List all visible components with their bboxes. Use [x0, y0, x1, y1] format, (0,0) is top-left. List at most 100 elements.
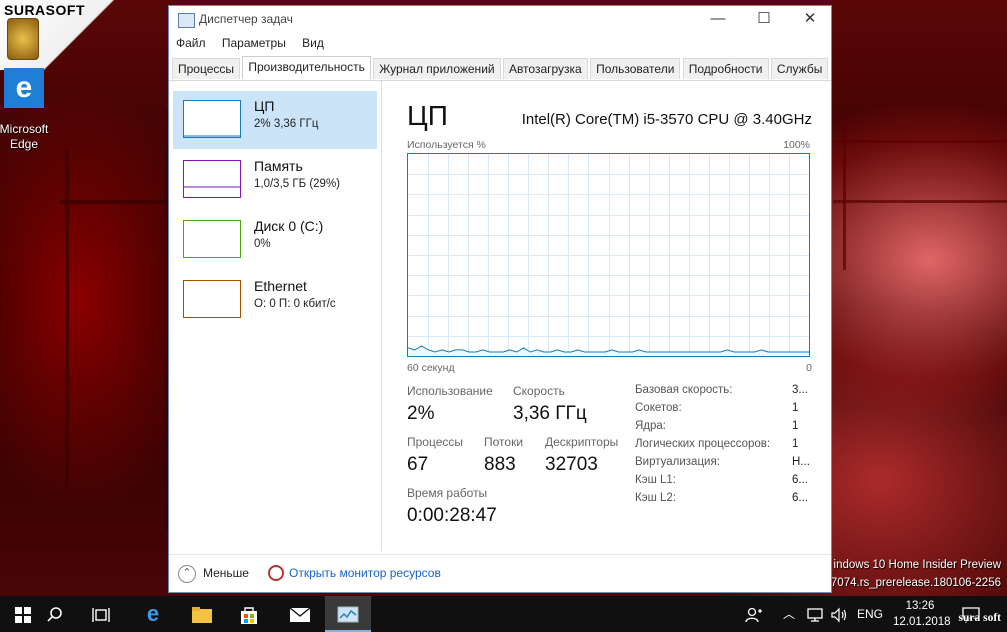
task-manager-icon	[337, 606, 359, 623]
tab-app-history[interactable]: Журнал приложений	[373, 58, 501, 79]
tab-details[interactable]: Подробности	[682, 58, 769, 79]
tab-performance[interactable]: Производительность	[242, 56, 371, 79]
build-number: 17074.rs_prerelease.180106-2256	[824, 577, 1001, 589]
menu-file[interactable]: Файл	[169, 34, 212, 50]
graph-min-label: 0	[806, 362, 812, 374]
menu-view[interactable]: Вид	[295, 34, 330, 50]
detail-value: 1	[792, 402, 799, 414]
detail-key: Кэш L1:	[635, 474, 676, 486]
windows-icon	[15, 606, 31, 623]
detail-key: Базовая скорость:	[635, 384, 733, 396]
ethernet-thumbnail	[183, 280, 241, 318]
resource-value: 2% 3,36 ГГц	[254, 118, 319, 130]
folder-icon	[192, 606, 212, 623]
task-view-button[interactable]	[78, 596, 124, 632]
footer-bar: ⌃ Меньше Открыть монитор ресурсов	[169, 554, 831, 593]
tab-users[interactable]: Пользователи	[590, 58, 681, 79]
task-view-icon	[92, 607, 110, 622]
detail-value: 1	[792, 438, 799, 450]
window-title: Диспетчер задач	[199, 12, 293, 26]
edge-icon: e	[146, 601, 160, 626]
task-manager-taskbar-button[interactable]	[325, 596, 371, 632]
memory-thumbnail-graph	[184, 186, 240, 188]
people-button[interactable]	[745, 596, 763, 632]
edge-label-line1: Microsoft	[0, 122, 49, 136]
search-button[interactable]	[32, 596, 78, 632]
graph-label: Используется %	[407, 139, 486, 151]
task-manager-icon	[178, 13, 195, 28]
menu-options[interactable]: Параметры	[215, 34, 292, 50]
disk-thumbnail	[183, 220, 241, 258]
volume-button[interactable]	[830, 596, 848, 632]
threads-value: 883	[484, 454, 516, 475]
resource-memory[interactable]: Память 1,0/3,5 ГБ (29%)	[173, 151, 377, 209]
graph-time-label: 60 секунд	[407, 362, 455, 374]
input-language-button[interactable]: ENG	[857, 596, 883, 632]
close-button[interactable]: ✕	[787, 6, 833, 34]
edge-desktop-shortcut[interactable]: e	[3, 68, 45, 116]
resource-value: 1,0/3,5 ГБ (29%)	[254, 178, 341, 190]
store-button[interactable]	[226, 596, 272, 632]
cpu-usage-graph-svg	[407, 154, 809, 356]
tab-processes[interactable]: Процессы	[172, 58, 241, 79]
store-bag-icon	[241, 606, 257, 624]
resource-cpu[interactable]: ЦП 2% 3,36 ГГц	[173, 91, 377, 149]
wallpaper-line	[833, 200, 1007, 203]
network-button[interactable]	[806, 596, 824, 632]
speed-value: 3,36 ГГц	[513, 403, 587, 424]
cpu-heading: ЦП	[407, 100, 448, 131]
clock-time: 13:26	[905, 600, 935, 612]
threads-label: Потоки	[484, 435, 524, 449]
clock-date: 12.01.2018	[893, 616, 951, 628]
resource-value: О: 0 П: 0 кбит/с	[254, 298, 336, 310]
maximize-button[interactable]: ☐	[741, 6, 787, 34]
brand-logo: SURASOFT	[4, 2, 85, 18]
show-hidden-icons-button[interactable]: ︿	[783, 596, 795, 632]
menu-bar: Файл Параметры Вид	[169, 34, 831, 54]
resource-disk[interactable]: Диск 0 (C:) 0%	[173, 211, 377, 269]
speed-label: Скорость	[513, 384, 565, 398]
detail-value: 6...	[792, 474, 808, 486]
uptime-label: Время работы	[407, 486, 488, 500]
resource-name: Диск 0 (C:)	[254, 218, 324, 234]
resource-ethernet[interactable]: Ethernet О: 0 П: 0 кбит/с	[173, 271, 377, 329]
memory-thumbnail	[183, 160, 241, 198]
cpu-thumbnail-graph	[184, 135, 240, 137]
cpu-usage-graph	[407, 153, 810, 357]
resource-monitor-icon	[268, 565, 284, 581]
watermark-brand: sura soft	[958, 612, 1002, 624]
cpu-model: Intel(R) Core(TM) i5-3570 CPU @ 3.40GHz	[521, 111, 812, 128]
resource-list: ЦП 2% 3,36 ГГц Память 1,0/3,5 ГБ (29%) Д…	[169, 81, 382, 551]
handles-value: 32703	[545, 454, 598, 475]
resource-name: Ethernet	[254, 278, 307, 294]
task-manager-window: Диспетчер задач — ☐ ✕ Файл Параметры Вид…	[168, 5, 832, 593]
detail-key: Виртуализация:	[635, 456, 720, 468]
edge-taskbar-button[interactable]: e	[130, 596, 176, 632]
detail-value: Н...	[792, 456, 810, 468]
wallpaper-line	[60, 200, 170, 204]
tab-services[interactable]: Службы	[770, 58, 829, 79]
edge-label-line2: Edge	[9, 137, 39, 151]
processes-value: 67	[407, 454, 429, 475]
open-resource-monitor-link[interactable]: Открыть монитор ресурсов	[289, 566, 441, 580]
clock[interactable]: 13:26 12.01.2018	[893, 598, 951, 630]
detail-value: 1	[792, 420, 799, 432]
tab-startup[interactable]: Автозагрузка	[502, 58, 588, 79]
detail-key: Ядра:	[635, 420, 667, 432]
taskbar: e ︿ ENG 13:26 12.01.2018	[0, 596, 1007, 632]
title-bar[interactable]: Диспетчер задач — ☐ ✕	[169, 6, 831, 34]
mail-button[interactable]	[277, 596, 323, 632]
file-explorer-button[interactable]	[179, 596, 225, 632]
resource-name: Память	[254, 158, 303, 174]
mail-icon	[289, 606, 311, 622]
edge-icon: e	[4, 68, 44, 108]
network-icon	[807, 607, 823, 622]
processes-label: Процессы	[407, 435, 464, 449]
speaker-icon	[831, 607, 847, 623]
handles-label: Дескрипторы	[545, 435, 619, 449]
fewer-details-button[interactable]: Меньше	[203, 566, 249, 580]
emblem-icon	[7, 18, 39, 60]
minimize-button[interactable]: —	[695, 6, 741, 34]
detail-key: Кэш L2:	[635, 492, 676, 504]
chevron-up-icon[interactable]: ⌃	[178, 565, 196, 583]
